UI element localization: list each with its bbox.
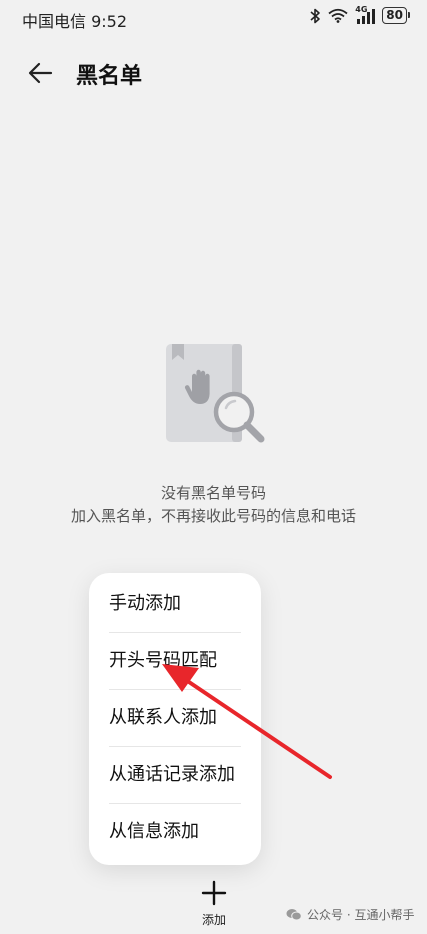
page-title: 黑名单 bbox=[76, 64, 143, 89]
battery-icon: 80 bbox=[382, 7, 410, 24]
watermark-text: 公众号 · 互通小帮手 bbox=[307, 908, 415, 922]
wechat-icon bbox=[286, 909, 302, 921]
menu-item-manual-add[interactable]: 手动添加 bbox=[109, 575, 241, 632]
status-icons: 4G 80 bbox=[310, 5, 410, 24]
menu-item-from-contacts[interactable]: 从联系人添加 bbox=[109, 689, 241, 746]
app-header: 黑名单 bbox=[0, 50, 427, 96]
add-options-menu: 手动添加 开头号码匹配 从联系人添加 从通话记录添加 从信息添加 bbox=[89, 573, 261, 865]
signal-icon: 4G bbox=[355, 5, 376, 24]
menu-item-from-messages[interactable]: 从信息添加 bbox=[109, 803, 241, 860]
menu-item-prefix-match[interactable]: 开头号码匹配 bbox=[109, 632, 241, 689]
plus-icon bbox=[201, 880, 227, 906]
wifi-icon bbox=[328, 8, 348, 23]
bluetooth-icon bbox=[310, 8, 321, 23]
add-label: 添加 bbox=[201, 913, 226, 927]
battery-level: 80 bbox=[386, 8, 403, 22]
back-button[interactable] bbox=[24, 59, 58, 87]
empty-description: 加入黑名单，不再接收此号码的信息和电话 bbox=[70, 507, 356, 525]
empty-title: 没有黑名单号码 bbox=[160, 484, 266, 502]
watermark: 公众号 · 互通小帮手 bbox=[286, 906, 414, 923]
add-button[interactable]: 添加 bbox=[192, 880, 236, 930]
menu-item-from-call-log[interactable]: 从通话记录添加 bbox=[109, 746, 241, 803]
carrier-time: 中国电信 9:52 bbox=[22, 12, 128, 31]
status-bar: 中国电信 9:52 4G 80 bbox=[0, 0, 427, 36]
arrow-left-icon bbox=[28, 62, 53, 84]
blocked-book-search-icon bbox=[166, 344, 265, 443]
